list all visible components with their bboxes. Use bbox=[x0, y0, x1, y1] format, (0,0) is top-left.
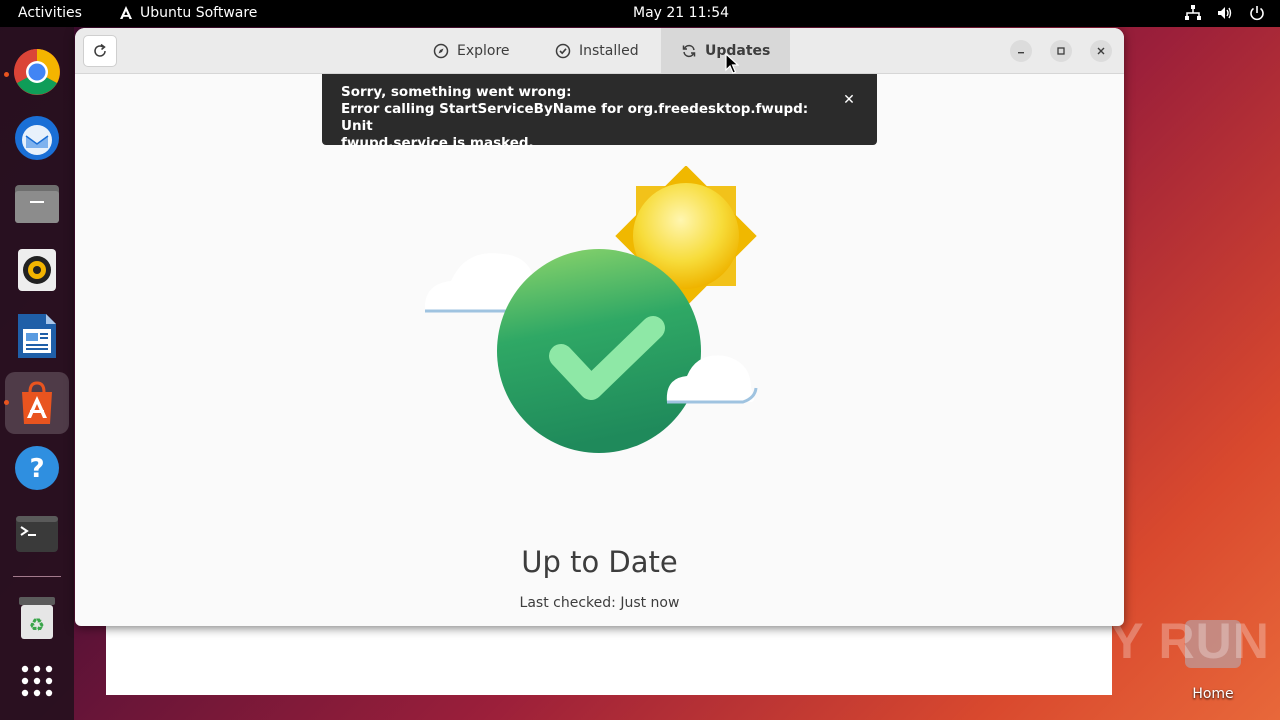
software-window: Explore Installed Updates Sorry, somethi… bbox=[75, 28, 1124, 626]
error-message-line1: Error calling StartServiceByName for org… bbox=[341, 101, 809, 134]
trash-icon: ♻ bbox=[19, 597, 55, 639]
tab-explore-label: Explore bbox=[457, 42, 510, 59]
error-message-line2: fwupd.service is masked. bbox=[341, 135, 534, 151]
files-icon bbox=[15, 185, 59, 223]
dock-item-help[interactable]: ? bbox=[13, 444, 61, 492]
minimize-button[interactable] bbox=[1010, 40, 1032, 62]
notification-close-button[interactable]: ✕ bbox=[841, 92, 857, 108]
app-menu[interactable]: Ubuntu Software bbox=[118, 5, 257, 21]
close-icon bbox=[1097, 47, 1105, 55]
rhythmbox-icon bbox=[18, 249, 56, 291]
app-menu-label: Ubuntu Software bbox=[140, 5, 258, 21]
help-icon: ? bbox=[15, 446, 59, 490]
svg-text:?: ? bbox=[29, 454, 44, 484]
running-indicator bbox=[4, 72, 9, 77]
sync-icon bbox=[682, 44, 696, 57]
dock-item-chrome[interactable] bbox=[13, 48, 61, 96]
dock-item-software[interactable] bbox=[5, 372, 69, 434]
terminal-icon bbox=[16, 516, 58, 552]
activities-button[interactable]: Activities bbox=[18, 5, 82, 21]
dock-item-show-apps[interactable] bbox=[13, 657, 61, 705]
app-grid-icon bbox=[21, 665, 53, 697]
error-heading: Sorry, something went wrong: bbox=[341, 84, 572, 100]
system-tray[interactable] bbox=[1184, 4, 1266, 22]
software-icon bbox=[22, 381, 52, 424]
error-notification: Sorry, something went wrong: Error calli… bbox=[322, 74, 877, 151]
dock-item-terminal[interactable] bbox=[13, 510, 61, 558]
dock: ? ♻ bbox=[0, 27, 74, 720]
network-icon bbox=[1185, 5, 1201, 20]
status-title: Up to Date bbox=[521, 545, 678, 579]
close-button[interactable] bbox=[1090, 40, 1112, 62]
desktop-home-label: Home bbox=[1192, 686, 1234, 702]
mouse-cursor-icon bbox=[725, 53, 739, 74]
status-subtitle: Last checked: Just now bbox=[519, 595, 680, 611]
thunderbird-icon bbox=[15, 116, 59, 160]
svg-text:♻: ♻ bbox=[29, 615, 45, 636]
minimize-icon bbox=[1018, 52, 1024, 54]
clock[interactable]: May 21 11:54 bbox=[633, 5, 729, 21]
tab-installed-label: Installed bbox=[579, 42, 639, 59]
running-indicator bbox=[4, 400, 9, 405]
tab-installed[interactable]: Installed bbox=[535, 28, 659, 73]
chrome-icon bbox=[14, 49, 60, 95]
refresh-icon bbox=[94, 43, 106, 57]
volume-icon bbox=[1218, 7, 1232, 19]
refresh-button[interactable] bbox=[83, 35, 117, 67]
dock-item-trash[interactable]: ♻ bbox=[13, 594, 61, 642]
dock-item-files[interactable] bbox=[13, 180, 61, 228]
maximize-icon bbox=[1057, 47, 1065, 55]
dock-item-writer[interactable] bbox=[13, 312, 61, 360]
software-small-icon bbox=[120, 6, 132, 19]
top-bar: Activities Ubuntu Software May 21 11:54 bbox=[0, 0, 1280, 27]
power-icon bbox=[1250, 6, 1264, 21]
tab-explore[interactable]: Explore bbox=[413, 28, 530, 73]
dock-item-rhythmbox[interactable] bbox=[13, 246, 61, 294]
dock-item-thunderbird[interactable] bbox=[13, 114, 61, 162]
writer-icon bbox=[18, 314, 56, 358]
up-to-date-illustration bbox=[424, 166, 758, 453]
header-bar: Explore Installed Updates bbox=[75, 28, 1124, 74]
check-circle-icon bbox=[555, 43, 571, 58]
maximize-button[interactable] bbox=[1050, 40, 1072, 62]
check-circle bbox=[497, 249, 701, 453]
compass-icon bbox=[433, 43, 449, 58]
dock-separator bbox=[13, 576, 61, 577]
